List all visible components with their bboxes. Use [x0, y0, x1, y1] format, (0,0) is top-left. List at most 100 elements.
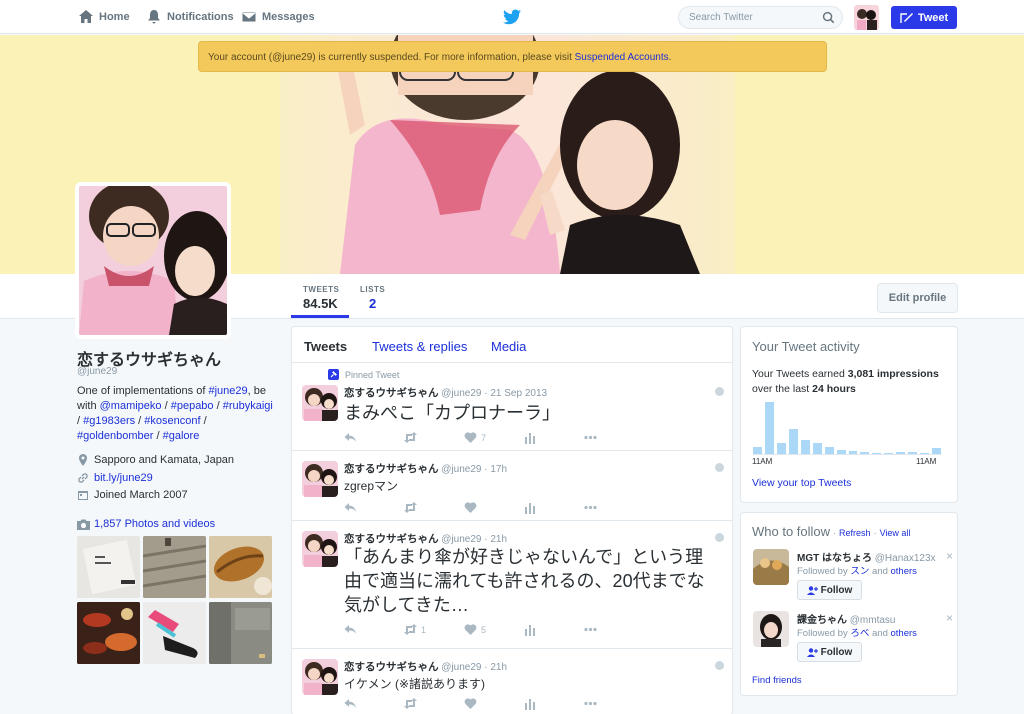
photo-thumbnail[interactable] — [209, 536, 272, 598]
tweet-author[interactable]: 恋するウサギちゃん — [344, 661, 439, 673]
tweet-author[interactable]: 恋するウサギちゃん — [344, 387, 439, 399]
reply-action[interactable] — [344, 623, 404, 636]
tweet-author[interactable]: 恋するウサギちゃん — [344, 533, 439, 545]
retweet-action[interactable] — [404, 431, 464, 444]
bio-link-galore[interactable]: #galore — [163, 430, 200, 442]
bio-link-june29[interactable]: #june29 — [208, 385, 247, 397]
tweet-menu-icon[interactable] — [715, 661, 724, 670]
wtf-view-all-link[interactable]: View all — [880, 528, 911, 538]
tweet-menu-icon[interactable] — [715, 533, 724, 542]
photos-videos-link[interactable]: 1,857 Photos and videos — [77, 518, 215, 530]
retweet-action[interactable] — [404, 697, 464, 710]
edit-profile-button[interactable]: Edit profile — [877, 283, 958, 313]
more-action[interactable] — [584, 431, 597, 444]
tweet-meta[interactable]: @june29 · 21h — [441, 534, 507, 545]
tweet-meta[interactable]: @june29 · 21h — [441, 662, 507, 673]
wtf-user[interactable]: 課金ちゃん @mmtasu Followed by ろべ and others … — [753, 611, 953, 667]
profile-avatar[interactable] — [75, 182, 231, 339]
tweet-menu-icon[interactable] — [715, 387, 724, 396]
tab-tweets-replies[interactable]: Tweets & replies — [372, 339, 467, 354]
reply-action[interactable] — [344, 501, 404, 514]
tweet-activity-title[interactable]: Your Tweet activity — [741, 327, 957, 354]
account-avatar[interactable] — [854, 5, 879, 30]
view-top-tweets-link[interactable]: View your top Tweets — [752, 477, 851, 489]
search-input[interactable]: Search Twitter — [678, 6, 843, 29]
tweet-author[interactable]: 恋するウサギちゃん — [344, 463, 439, 475]
activity-bar[interactable] — [788, 429, 798, 454]
reply-action[interactable] — [344, 431, 404, 444]
tweet-avatar[interactable] — [302, 385, 338, 421]
search-icon[interactable] — [822, 11, 835, 24]
tweet-avatar[interactable] — [302, 659, 338, 695]
activity-bar[interactable] — [884, 453, 894, 454]
retweet-action[interactable] — [404, 501, 464, 514]
analytics-action[interactable] — [524, 697, 584, 710]
nav-home[interactable]: Home — [78, 8, 130, 26]
more-action[interactable] — [584, 501, 597, 514]
tweet-menu-icon[interactable] — [715, 463, 724, 472]
tweet-item[interactable]: Pinned Tweet 恋するウサギちゃん @june29 · 21 Sep … — [292, 363, 732, 451]
nav-notifications[interactable]: Notifications — [146, 8, 234, 26]
follower-link[interactable]: ろべ — [850, 628, 869, 639]
tweet-item[interactable]: 恋するウサギちゃん @june29 · 21h 「あんまり傘が好きじゃないんで」… — [292, 521, 732, 649]
like-action[interactable] — [464, 501, 524, 514]
bio-link-g1983ers[interactable]: #g1983ers — [83, 415, 135, 427]
activity-bar[interactable] — [776, 443, 786, 454]
activity-bar[interactable] — [932, 448, 941, 454]
retweet-action[interactable]: 1 — [404, 623, 464, 636]
follow-button[interactable]: Follow — [797, 642, 862, 662]
activity-bar[interactable] — [753, 447, 762, 454]
activity-bar[interactable] — [908, 452, 918, 454]
bio-link-mamipeko[interactable]: @mamipeko — [100, 400, 162, 412]
tweet-avatar[interactable] — [302, 461, 338, 497]
tweet-meta[interactable]: @june29 · 21 Sep 2013 — [441, 388, 547, 399]
wtf-user-avatar[interactable] — [753, 549, 789, 585]
like-action[interactable] — [464, 697, 524, 710]
activity-bar[interactable] — [764, 402, 774, 454]
tweet-avatar[interactable] — [302, 531, 338, 567]
photo-thumbnail[interactable] — [143, 602, 206, 664]
activity-bar[interactable] — [896, 452, 906, 454]
bio-link-goldenbomber[interactable]: #goldenbomber — [77, 430, 153, 442]
tweet-item[interactable]: 恋するウサギちゃん @june29 · 21h イケメン (※諸説あります) — [292, 649, 732, 714]
like-action[interactable]: 5 — [464, 623, 524, 636]
suspended-accounts-link[interactable]: Suspended Accounts — [575, 52, 669, 63]
analytics-action[interactable] — [524, 431, 584, 444]
analytics-action[interactable] — [524, 501, 584, 514]
tweet-meta[interactable]: @june29 · 17h — [441, 464, 507, 475]
others-link[interactable]: others — [891, 566, 917, 577]
bio-link-kosenconf[interactable]: #kosenconf — [144, 415, 200, 427]
tweet-button[interactable]: Tweet — [891, 6, 957, 29]
more-action[interactable] — [584, 697, 597, 710]
tab-tweets[interactable]: Tweets — [304, 339, 347, 354]
follow-button[interactable]: Follow — [797, 580, 862, 600]
profile-url-link[interactable]: bit.ly/june29 — [94, 472, 153, 484]
wtf-refresh-link[interactable]: Refresh — [839, 528, 871, 538]
stat-lists[interactable]: LISTS 2 — [360, 285, 385, 311]
follower-link[interactable]: スン — [850, 566, 869, 577]
activity-bar[interactable] — [848, 451, 858, 454]
tweet-item[interactable]: 恋するウサギちゃん @june29 · 17h zgrepマン — [292, 451, 732, 521]
activity-bar[interactable] — [872, 453, 882, 454]
wtf-user[interactable]: MGT はなちょろ @Hanax123x Followed by スン and … — [753, 549, 953, 605]
others-link[interactable]: others — [891, 628, 917, 639]
bio-link-rubykaigi[interactable]: #rubykaigi — [223, 400, 273, 412]
photo-thumbnail[interactable] — [77, 602, 140, 664]
activity-bar-chart[interactable] — [753, 399, 941, 455]
activity-bar[interactable] — [824, 447, 834, 454]
photo-thumbnail[interactable] — [209, 602, 272, 664]
stat-tweets[interactable]: TWEETS 84.5K — [303, 285, 339, 311]
profile-handle[interactable]: @june29 — [77, 366, 117, 377]
reply-action[interactable] — [344, 697, 404, 710]
activity-bar[interactable] — [920, 453, 930, 454]
wtf-user-avatar[interactable] — [753, 611, 789, 647]
bio-link-pepabo[interactable]: #pepabo — [171, 400, 214, 412]
photo-thumbnail[interactable] — [143, 536, 206, 598]
activity-bar[interactable] — [836, 450, 846, 454]
dismiss-icon[interactable]: × — [946, 611, 953, 625]
tab-media[interactable]: Media — [491, 339, 526, 354]
find-friends-link[interactable]: Find friends — [752, 675, 802, 686]
photo-thumbnail[interactable] — [77, 536, 140, 598]
nav-messages[interactable]: Messages — [241, 8, 315, 26]
dismiss-icon[interactable]: × — [946, 549, 953, 563]
